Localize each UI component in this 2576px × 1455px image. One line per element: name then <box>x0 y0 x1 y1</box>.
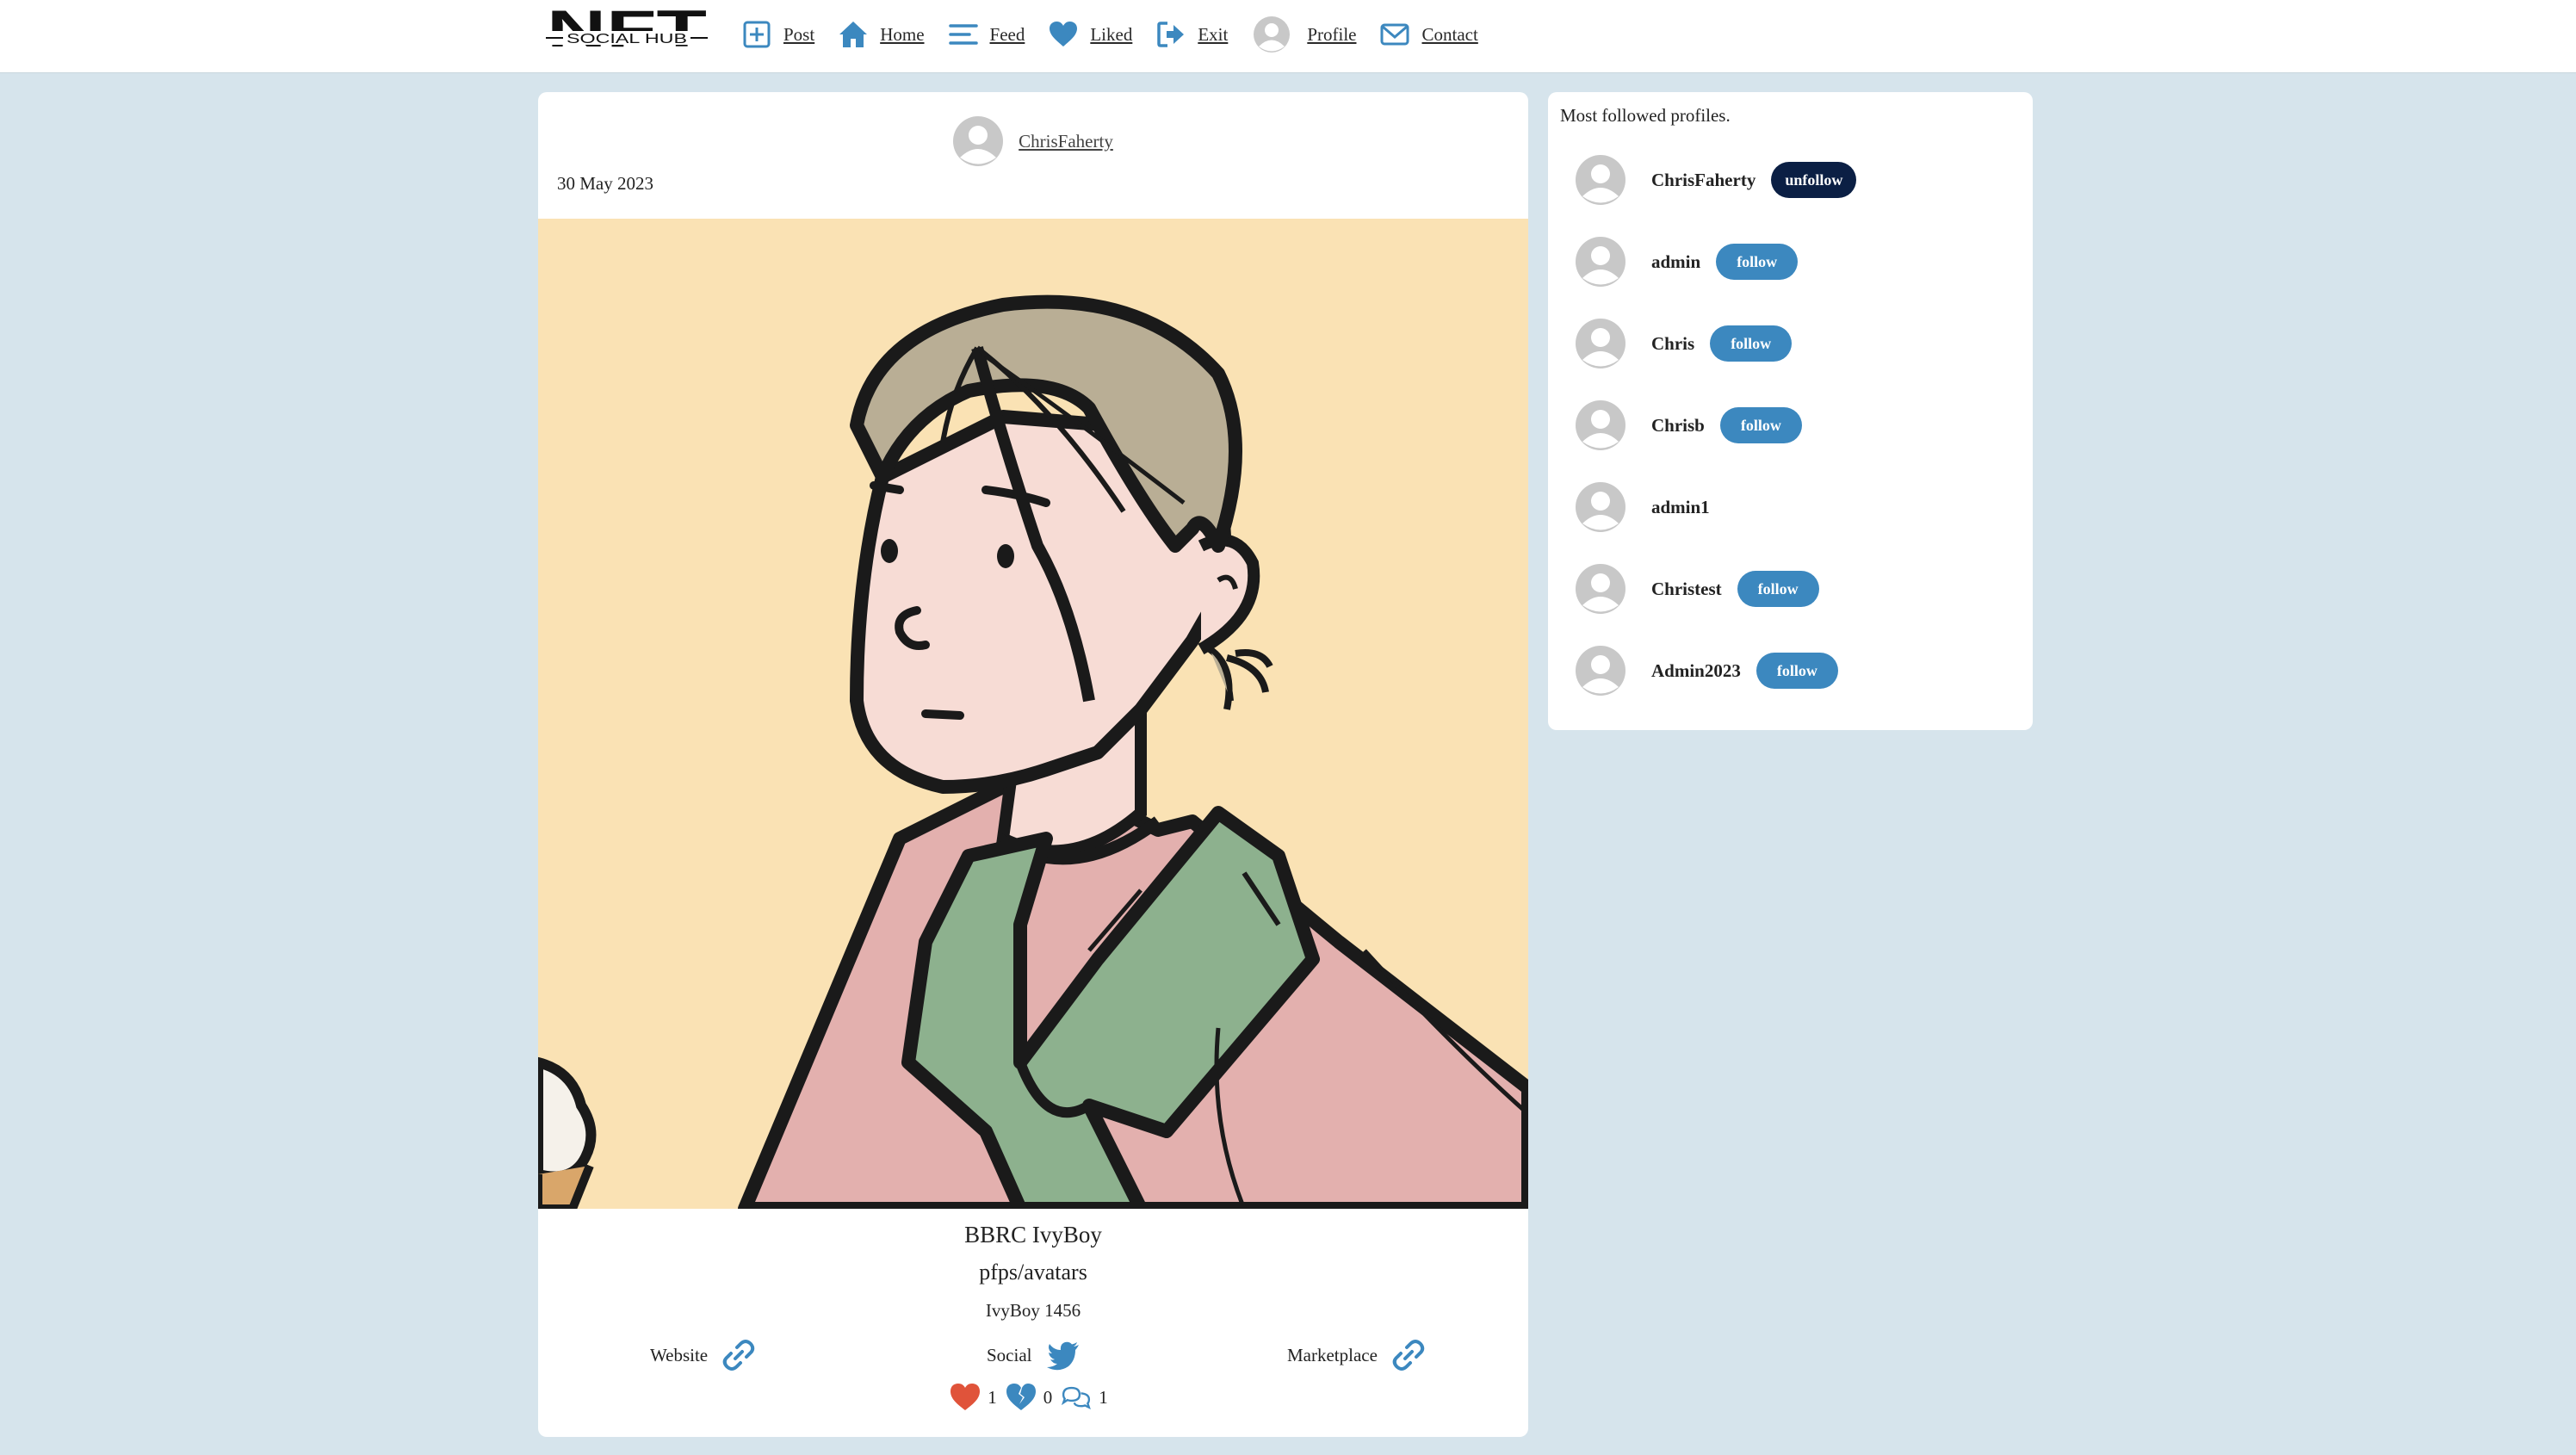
unfollow-button[interactable]: unfollow <box>1771 162 1857 198</box>
profile-name[interactable]: ChrisFaherty <box>1651 170 1756 191</box>
twitter-bird-icon[interactable] <box>1046 1338 1081 1372</box>
nav-home[interactable]: Home <box>839 20 925 49</box>
profile-name[interactable]: Chris <box>1651 333 1694 355</box>
social-label: Social <box>987 1344 1032 1365</box>
post-author[interactable]: ChrisFaherty <box>538 116 1528 166</box>
post-author-name[interactable]: ChrisFaherty <box>1019 131 1113 152</box>
post-date: 30 May 2023 <box>557 173 653 194</box>
nav-profile-label: Profile <box>1307 23 1357 45</box>
profile-name[interactable]: Christest <box>1651 579 1722 600</box>
nav-home-label: Home <box>880 23 925 45</box>
nft-collection: pfps/avatars <box>979 1260 1087 1285</box>
avatar-icon[interactable] <box>1576 319 1625 368</box>
follow-button[interactable]: follow <box>1756 653 1838 689</box>
svg-text:SOCIAL HUB: SOCIAL HUB <box>567 32 687 46</box>
avatar-icon[interactable] <box>1576 564 1625 614</box>
home-icon <box>839 20 868 49</box>
marketplace-label: Marketplace <box>1287 1344 1378 1365</box>
nav-liked[interactable]: Liked <box>1049 20 1132 49</box>
profile-row: ChrisFaherty unfollow <box>1576 154 1857 206</box>
profile-name[interactable]: admin1 <box>1651 497 1710 518</box>
chain-link-icon[interactable] <box>721 1338 756 1372</box>
avatar-icon[interactable] <box>1576 646 1625 696</box>
nft-social-hub-logo[interactable]: NFT SOCIAL HUB <box>544 9 709 62</box>
profile-name[interactable]: admin <box>1651 251 1700 273</box>
envelope-icon <box>1380 20 1409 49</box>
nav-post[interactable]: Post <box>742 20 814 49</box>
plus-square-icon <box>742 20 771 49</box>
nav-links: Post Home Feed Liked Exit Profile Contac… <box>742 0 1502 69</box>
dislike-count: 0 <box>1043 1386 1053 1408</box>
profile-name[interactable]: Chrisb <box>1651 415 1705 436</box>
most-followed-sidebar: Most followed profiles. ChrisFaherty unf… <box>1548 92 2033 730</box>
nft-title: BBRC IvyBoy <box>964 1222 1102 1248</box>
like-heart-icon[interactable] <box>950 1382 981 1413</box>
profile-name[interactable]: Admin2023 <box>1651 660 1741 682</box>
menu-lines-icon <box>948 20 978 49</box>
marketplace-link[interactable]: Marketplace <box>1287 1338 1426 1372</box>
comments-icon[interactable] <box>1061 1382 1092 1413</box>
avatar-icon[interactable] <box>1576 400 1625 450</box>
profile-row: admin1 <box>1576 481 1725 533</box>
follow-button[interactable]: follow <box>1737 571 1819 607</box>
avatar-icon <box>1254 16 1291 53</box>
logout-icon <box>1156 20 1186 49</box>
chain-link-icon[interactable] <box>1391 1338 1426 1372</box>
heart-icon <box>1049 20 1078 49</box>
nav-contact-label: Contact <box>1421 23 1478 45</box>
profile-row: Chrisb follow <box>1576 399 1802 451</box>
nav-feed[interactable]: Feed <box>948 20 1025 49</box>
sidebar-title: Most followed profiles. <box>1560 105 1731 126</box>
website-link[interactable]: Website <box>650 1338 756 1372</box>
like-count: 1 <box>988 1386 997 1408</box>
nav-exit-label: Exit <box>1198 23 1229 45</box>
comment-count: 1 <box>1099 1386 1108 1408</box>
profile-row: Chris follow <box>1576 318 1793 369</box>
top-navbar: NFT SOCIAL HUB Post Home Feed <box>0 0 2576 73</box>
profile-row: Christest follow <box>1576 563 1819 615</box>
avatar-icon[interactable] <box>1576 155 1625 205</box>
nav-profile[interactable]: Profile <box>1254 16 1356 53</box>
profile-row: admin follow <box>1576 236 1799 288</box>
nav-feed-label: Feed <box>989 23 1025 45</box>
nav-contact[interactable]: Contact <box>1380 20 1478 49</box>
post-stats: 1 0 1 <box>538 1382 1528 1413</box>
nft-token-id: IvyBoy 1456 <box>985 1300 1081 1321</box>
nav-liked-label: Liked <box>1090 23 1133 45</box>
author-avatar-icon <box>953 116 1004 166</box>
nav-exit[interactable]: Exit <box>1156 20 1228 49</box>
avatar-icon[interactable] <box>1576 237 1625 287</box>
nft-illustration <box>538 219 1528 1209</box>
nft-image[interactable] <box>538 219 1528 1209</box>
nav-post-label: Post <box>783 23 815 45</box>
avatar-icon[interactable] <box>1576 482 1625 532</box>
website-label: Website <box>650 1344 709 1365</box>
follow-button[interactable]: follow <box>1716 244 1799 280</box>
follow-button[interactable]: follow <box>1710 325 1793 362</box>
social-link[interactable]: Social <box>987 1338 1081 1372</box>
profile-row: Admin2023 follow <box>1576 645 1838 697</box>
broken-heart-icon[interactable] <box>1006 1382 1037 1413</box>
post-card: ChrisFaherty 30 May 2023 BBRC IvyBoy pfp… <box>538 92 1528 1437</box>
follow-button[interactable]: follow <box>1719 407 1802 443</box>
